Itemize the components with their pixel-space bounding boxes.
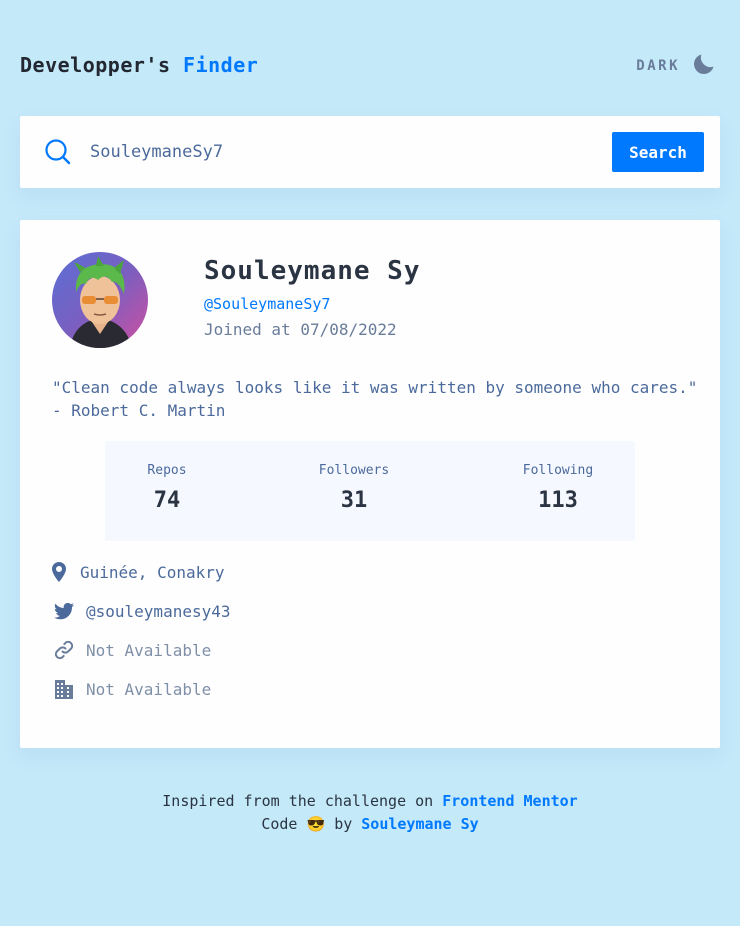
- bio-quote: "Clean code always looks like it was wri…: [52, 378, 698, 397]
- search-icon: [44, 138, 72, 170]
- stat-value: 74: [153, 488, 181, 513]
- location-text: Guinée, Conakry: [80, 562, 225, 582]
- stat-repos: Repos 74: [97, 463, 237, 513]
- sunglasses-emoji-icon: 😎: [306, 815, 326, 833]
- stat-label: Followers: [318, 463, 390, 478]
- author-link[interactable]: Souleymane Sy: [361, 815, 478, 833]
- footer-by-text: by: [334, 815, 353, 833]
- footer-code-text: Code: [261, 815, 298, 833]
- moon-icon: [694, 54, 714, 78]
- twitter-icon: [52, 599, 76, 623]
- brand-prefix: Developper's: [20, 53, 171, 77]
- search-bar: Search: [20, 116, 720, 188]
- footer-credit-text: Inspired from the challenge on: [162, 792, 434, 810]
- blog-text: Not Available: [86, 640, 212, 660]
- footer-line-1: Inspired from the challenge on Frontend …: [0, 790, 740, 813]
- search-button[interactable]: Search: [612, 132, 704, 172]
- header: Developper's Finder DARK: [20, 50, 720, 82]
- stat-following: Following 113: [488, 463, 628, 513]
- company-building-icon: [52, 677, 76, 701]
- profile-bio: "Clean code always looks like it was wri…: [52, 376, 702, 422]
- footer-line-2: Code 😎 by Souleymane Sy: [0, 813, 740, 836]
- location-pin-icon: [52, 560, 66, 584]
- company-text: Not Available: [86, 679, 212, 699]
- stat-value: 31: [340, 488, 368, 513]
- search-input[interactable]: [90, 132, 610, 172]
- theme-toggle-button[interactable]: DARK: [636, 54, 714, 78]
- avatar: [52, 252, 148, 348]
- stat-value: 113: [538, 488, 578, 513]
- brand-accent: Finder: [183, 53, 259, 77]
- link-twitter[interactable]: @souleymanesy43: [52, 599, 692, 623]
- stat-followers: Followers 31: [284, 463, 424, 513]
- link-chain-icon: [52, 638, 76, 662]
- link-location: Guinée, Conakry: [52, 560, 692, 584]
- stat-label: Repos: [147, 463, 187, 478]
- profile-joined-date: Joined at 07/08/2022: [204, 320, 397, 339]
- profile-name: Souleymane Sy: [204, 256, 421, 286]
- bio-author: - Robert C. Martin: [52, 401, 226, 420]
- stats-panel: Repos 74 Followers 31 Following 113: [105, 441, 635, 541]
- frontend-mentor-link[interactable]: Frontend Mentor: [442, 792, 577, 810]
- link-blog: Not Available: [52, 638, 692, 662]
- footer: Inspired from the challenge on Frontend …: [0, 790, 740, 836]
- profile-card: Souleymane Sy @SouleymaneSy7 Joined at 0…: [20, 220, 720, 748]
- theme-toggle-label: DARK: [636, 58, 680, 74]
- profile-username-link[interactable]: @SouleymaneSy7: [204, 295, 330, 313]
- stat-label: Following: [522, 463, 594, 478]
- brand-logo: Developper's Finder: [20, 53, 258, 77]
- twitter-handle: @souleymanesy43: [86, 601, 231, 621]
- link-company: Not Available: [52, 677, 692, 701]
